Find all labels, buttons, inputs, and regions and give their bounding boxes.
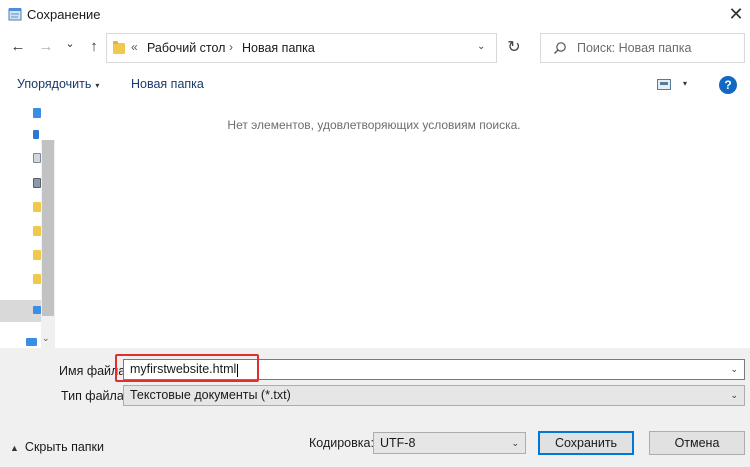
hide-folders-button[interactable]: ▲ Скрыть папки [10, 440, 104, 454]
encoding-dropdown-icon[interactable]: ⌄ [511, 438, 519, 449]
filetype-dropdown-icon[interactable]: ⌄ [730, 390, 738, 401]
forward-arrow-icon[interactable]: → [38, 39, 54, 55]
navigation-bar: ← → ⌄ ↑ « Рабочий стол › Новая папка ⌄ ↻ [0, 30, 750, 66]
navigation-pane: ⌄ [0, 100, 56, 348]
folder-icon[interactable] [33, 202, 41, 212]
folder-icon[interactable] [33, 274, 41, 284]
breadcrumb-separator[interactable]: › [229, 40, 233, 54]
organize-label: Упорядочить [17, 77, 92, 91]
encoding-value: UTF-8 [380, 436, 416, 450]
recent-locations-chevron-icon[interactable]: ⌄ [62, 36, 78, 52]
address-bar[interactable]: « Рабочий стол › Новая папка ⌄ [106, 33, 497, 63]
close-icon[interactable]: ✕ [726, 4, 746, 24]
search-box[interactable] [540, 33, 745, 63]
search-icon [554, 42, 566, 54]
cancel-button[interactable]: Отмена [649, 431, 745, 455]
folder-icon [113, 41, 125, 54]
encoding-select[interactable]: UTF-8 ⌄ [373, 432, 526, 454]
documents-icon[interactable] [33, 153, 41, 163]
breadcrumb-desktop[interactable]: Рабочий стол [147, 41, 225, 55]
breadcrumb-overflow[interactable]: « [131, 40, 138, 54]
scroll-down-chevron-icon[interactable]: ⌄ [42, 333, 50, 344]
filetype-select[interactable]: Текстовые документы (*.txt) ⌄ [123, 385, 745, 406]
help-icon[interactable]: ? [719, 76, 737, 94]
empty-results-message: Нет элементов, удовлетворяющих условиям … [227, 118, 521, 132]
nav-pane-scrollbar-thumb[interactable] [42, 140, 54, 316]
this-pc-icon[interactable] [33, 306, 41, 314]
filetype-value: Текстовые документы (*.txt) [130, 388, 291, 402]
new-folder-button[interactable]: Новая папка [131, 77, 204, 91]
folder-icon[interactable] [33, 250, 41, 260]
filename-highlight-box [115, 354, 259, 382]
downloads-icon[interactable] [33, 130, 39, 139]
organize-button[interactable]: Упорядочить ▾ [17, 77, 99, 91]
back-arrow-icon[interactable]: ← [10, 39, 26, 55]
command-toolbar: Упорядочить ▾ Новая папка ▾ ? [0, 70, 750, 100]
view-dropdown-icon[interactable]: ▾ [683, 79, 687, 88]
network-icon[interactable] [26, 338, 37, 346]
search-input[interactable] [577, 35, 742, 61]
filetype-label: Тип файла: [61, 389, 128, 403]
organize-dropdown-icon: ▾ [95, 81, 100, 90]
refresh-icon[interactable]: ↻ [500, 33, 528, 63]
folder-icon[interactable] [33, 226, 41, 236]
file-list-area[interactable]: Нет элементов, удовлетворяющих условиям … [56, 100, 750, 348]
collapse-caret-icon: ▲ [10, 443, 19, 453]
address-dropdown-icon[interactable]: ⌄ [477, 41, 485, 52]
window-title: Сохранение [27, 7, 101, 22]
pictures-icon[interactable] [33, 178, 41, 188]
title-bar: Сохранение ✕ [0, 0, 750, 30]
save-button[interactable]: Сохранить [538, 431, 634, 455]
hide-folders-label: Скрыть папки [24, 440, 105, 454]
view-options-icon[interactable] [657, 79, 671, 90]
filename-dropdown-icon[interactable]: ⌄ [730, 364, 738, 375]
notepad-icon [8, 8, 22, 21]
breadcrumb-new-folder[interactable]: Новая папка [242, 41, 315, 55]
up-arrow-icon[interactable]: ↑ [86, 39, 102, 55]
encoding-label: Кодировка: [309, 436, 374, 450]
desktop-icon[interactable] [33, 108, 41, 118]
